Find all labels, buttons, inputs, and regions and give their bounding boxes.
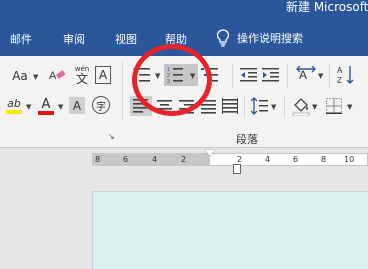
- tab-view[interactable]: 视图: [115, 33, 137, 46]
- eraser-icon: A: [49, 70, 66, 82]
- group-divider: [244, 96, 245, 118]
- group-divider: [232, 64, 233, 88]
- paragraph-group-label: 段落: [236, 133, 258, 146]
- ruler-tick: 4: [265, 155, 271, 164]
- svg-text:A: A: [49, 70, 57, 82]
- align-center-button[interactable]: [157, 99, 173, 114]
- character-border-icon: A: [98, 68, 108, 82]
- tab-help[interactable]: 帮助: [165, 33, 187, 46]
- chevron-down-icon[interactable]: ▼: [318, 72, 323, 80]
- ruler-margin: [92, 153, 210, 166]
- justify-button[interactable]: [201, 99, 217, 114]
- chevron-down-icon[interactable]: ▼: [33, 73, 38, 81]
- paint-bucket-icon: [292, 98, 310, 117]
- chinese-layout-icon: A: [296, 65, 316, 82]
- distributed-icon: [222, 98, 238, 114]
- numbering-button[interactable]: 1 2 3 ▼: [164, 64, 198, 86]
- ribbon: Aa ▼ A wén 文 A ab ▼ A ▼ A 字 ↘ ▼ 1 2 3 ▼ …: [0, 56, 368, 148]
- group-divider: [329, 64, 330, 88]
- chevron-down-icon[interactable]: ▼: [26, 103, 31, 111]
- numbering-icon: 1 2 3: [167, 67, 183, 85]
- tell-me-label: 操作说明搜索: [237, 32, 303, 45]
- decrease-indent-button[interactable]: [240, 66, 258, 84]
- ruler-tick: 6: [123, 155, 129, 164]
- font-dialog-launcher[interactable]: ↘: [108, 132, 118, 142]
- lightbulb-icon: [216, 29, 230, 47]
- character-shading-icon: A: [72, 98, 82, 113]
- chevron-down-icon[interactable]: ▼: [312, 103, 317, 111]
- font-color-button[interactable]: A: [37, 96, 55, 116]
- line-spacing-button[interactable]: [250, 97, 269, 115]
- font-color-icon: A: [41, 96, 51, 112]
- justify-icon: [201, 100, 216, 114]
- borders-button[interactable]: [326, 98, 342, 114]
- shading-button[interactable]: [292, 96, 310, 117]
- align-left-icon: [133, 99, 148, 113]
- chevron-down-icon[interactable]: ▼: [271, 103, 276, 111]
- decrease-indent-icon: [240, 68, 257, 82]
- tab-mailings[interactable]: 邮件: [10, 33, 32, 46]
- bullets-icon: [133, 67, 150, 83]
- increase-indent-button[interactable]: [262, 66, 280, 84]
- change-case-button[interactable]: Aa: [8, 68, 32, 84]
- bullets-button[interactable]: [133, 66, 151, 84]
- multilevel-list-button[interactable]: [201, 66, 219, 84]
- group-divider: [122, 62, 123, 120]
- chevron-down-icon[interactable]: ▼: [155, 72, 160, 80]
- borders-icon: [326, 98, 342, 114]
- sort-icon: A Z: [337, 66, 354, 85]
- svg-text:Z: Z: [337, 76, 342, 85]
- increase-indent-icon: [262, 68, 279, 82]
- ruler-tick: 8: [95, 155, 101, 164]
- line-spacing-icon: [250, 97, 268, 115]
- title-bar: 新建 Microsoft 邮件 审阅 视图 帮助 操作说明搜索: [0, 0, 368, 56]
- align-right-button[interactable]: [179, 99, 195, 114]
- highlight-color-swatch: [6, 110, 22, 114]
- align-center-icon: [157, 100, 172, 114]
- ruler-tick: 8: [321, 155, 327, 164]
- clear-formatting-button[interactable]: A: [48, 65, 68, 85]
- sort-button[interactable]: A Z: [337, 65, 355, 85]
- window-title: 新建 Microsoft: [286, 0, 368, 14]
- text-highlight-button[interactable]: ab: [5, 96, 23, 116]
- ruler-tick: 2: [181, 155, 187, 164]
- distributed-button[interactable]: [222, 98, 238, 114]
- change-case-icon: Aa: [12, 69, 28, 83]
- svg-text:A: A: [337, 66, 343, 75]
- chevron-down-icon[interactable]: ▼: [347, 103, 352, 111]
- multilevel-list-icon: [201, 68, 218, 82]
- tab-review[interactable]: 审阅: [63, 33, 85, 46]
- ruler-tick: 4: [152, 155, 158, 164]
- character-border-button[interactable]: A: [95, 66, 111, 84]
- align-right-icon: [179, 100, 194, 114]
- left-indent-marker[interactable]: [233, 164, 241, 174]
- enclose-characters-icon: 字: [96, 101, 106, 113]
- group-divider: [284, 96, 285, 118]
- first-line-indent-marker[interactable]: [205, 150, 215, 156]
- chinese-layout-button[interactable]: A: [296, 65, 316, 84]
- svg-text:3: 3: [167, 79, 170, 85]
- phonetic-guide-icon: 文: [75, 71, 88, 86]
- tell-me-search[interactable]: 操作说明搜索: [216, 29, 303, 47]
- svg-text:A: A: [299, 68, 307, 82]
- ruler-tick: 10: [344, 155, 355, 164]
- phonetic-guide-button[interactable]: wén 文: [72, 64, 92, 86]
- group-divider: [287, 64, 288, 88]
- align-left-button[interactable]: [130, 96, 152, 116]
- highlighter-icon: ab: [7, 97, 21, 110]
- chevron-down-icon[interactable]: ▼: [190, 72, 195, 80]
- font-color-swatch: [38, 110, 54, 115]
- chevron-down-icon[interactable]: ▼: [58, 103, 63, 111]
- character-shading-button[interactable]: A: [69, 97, 85, 114]
- document-page[interactable]: [92, 191, 368, 269]
- ruler-tick: 6: [293, 155, 299, 164]
- enclose-characters-button[interactable]: 字: [92, 96, 110, 114]
